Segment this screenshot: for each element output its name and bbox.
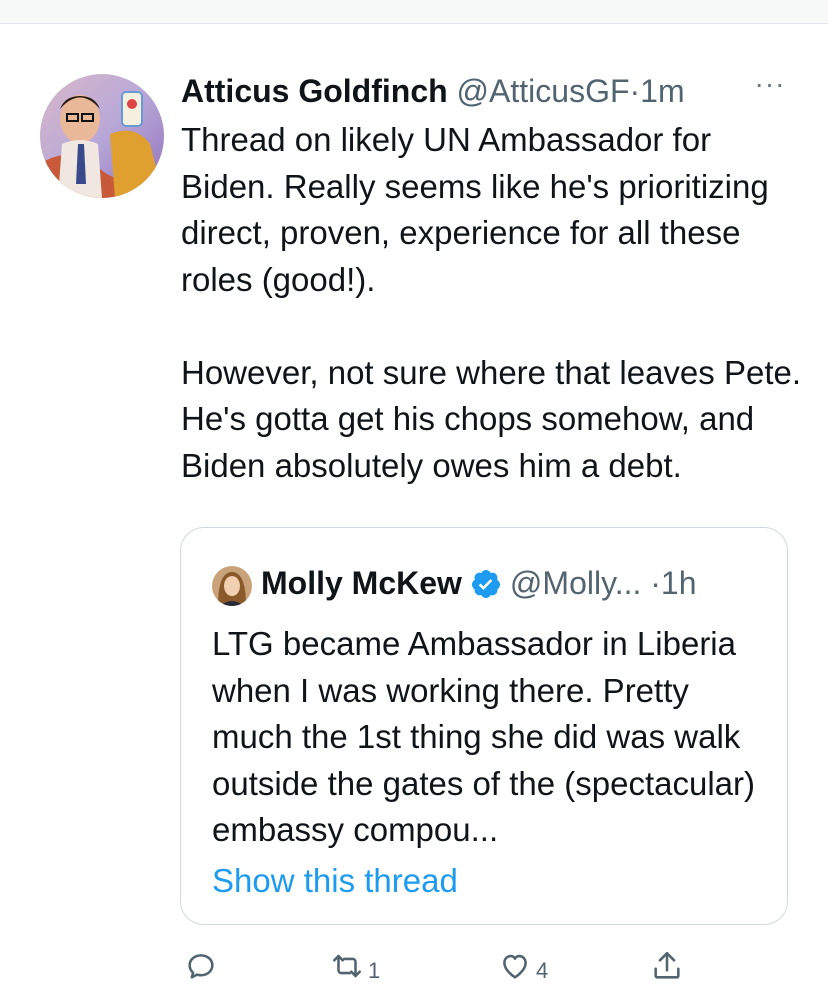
- like-count: 4: [536, 958, 549, 983]
- quoted-user-handle[interactable]: @Molly...: [510, 565, 641, 601]
- tweet-actions: 1 4: [180, 936, 700, 991]
- quoted-avatar[interactable]: [212, 566, 252, 606]
- quoted-separator: ·: [650, 565, 661, 601]
- tweet[interactable]: Atticus Goldfinch @AtticusGF·1m ··· Thre…: [0, 24, 828, 991]
- reply-icon: [188, 954, 214, 979]
- quoted-timestamp[interactable]: 1h: [661, 565, 697, 601]
- quoted-display-name[interactable]: Molly McKew: [261, 565, 462, 601]
- more-icon[interactable]: ···: [752, 64, 788, 110]
- like-icon: [503, 954, 527, 979]
- retweet-button[interactable]: 1: [330, 936, 380, 991]
- user-handle[interactable]: @AtticusGF: [457, 73, 630, 109]
- separator: ·: [629, 73, 641, 109]
- reply-button[interactable]: [184, 936, 222, 991]
- quoted-header: Molly McKew @Molly... ·1h: [261, 558, 781, 608]
- quoted-tweet[interactable]: Molly McKew @Molly... ·1h LTG became Amba…: [180, 527, 788, 925]
- retweet-icon: [332, 954, 362, 978]
- share-icon: [654, 951, 680, 979]
- show-thread-link[interactable]: Show this thread: [212, 858, 458, 904]
- retweet-count: 1: [368, 958, 381, 983]
- quoted-tweet-text: LTG became Ambassador in Liberia when I …: [212, 625, 755, 848]
- timeline-divider: [0, 0, 828, 24]
- display-name[interactable]: Atticus Goldfinch: [181, 73, 448, 109]
- avatar[interactable]: [40, 74, 164, 198]
- verified-badge-icon: [471, 570, 500, 598]
- tweet-header: Atticus Goldfinch @AtticusGF·1m: [181, 68, 781, 114]
- timestamp[interactable]: 1m: [640, 73, 684, 109]
- like-button[interactable]: 4: [498, 936, 548, 991]
- share-button[interactable]: [650, 936, 684, 991]
- tweet-text: Thread on likely UN Ambassador for Biden…: [181, 121, 802, 484]
